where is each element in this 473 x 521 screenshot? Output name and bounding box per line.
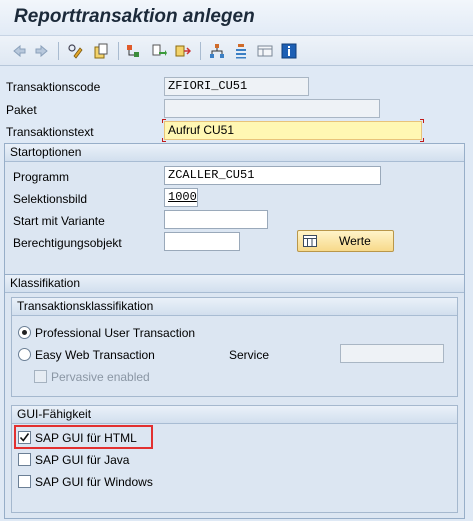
required-mark bbox=[162, 138, 166, 142]
display-change-icon[interactable] bbox=[66, 42, 84, 60]
toolbar-separator bbox=[118, 42, 119, 60]
toolbar-separator bbox=[200, 42, 201, 60]
required-mark bbox=[162, 119, 166, 123]
variant-field[interactable] bbox=[164, 210, 268, 229]
title-bar: Reporttransaktion anlegen bbox=[0, 0, 473, 36]
start-options-header: Startoptionen bbox=[5, 144, 464, 162]
pervasive-label: Pervasive enabled bbox=[51, 370, 150, 384]
forward-arrow-icon[interactable] bbox=[33, 42, 51, 60]
auth-object-label: Berechtigungsobjekt bbox=[13, 236, 122, 250]
copy-object-icon[interactable] bbox=[92, 42, 110, 60]
checkmark-icon bbox=[19, 433, 30, 442]
professional-user-radio[interactable] bbox=[18, 326, 31, 339]
sap-gui-windows-checkbox[interactable] bbox=[18, 475, 31, 488]
transaction-classification-group: Transaktionsklassifikation Professional … bbox=[11, 297, 458, 397]
tcode-field: ZFIORI_CU51 bbox=[164, 77, 309, 96]
required-mark bbox=[420, 119, 424, 123]
application-toolbar bbox=[0, 36, 473, 66]
info-icon[interactable] bbox=[280, 42, 298, 60]
program-label: Programm bbox=[13, 170, 70, 184]
package-label: Paket bbox=[6, 103, 37, 117]
auth-object-field[interactable] bbox=[164, 232, 240, 251]
required-mark bbox=[420, 138, 424, 142]
values-button-label: Werte bbox=[339, 234, 371, 248]
sap-gui-html-checkbox[interactable] bbox=[18, 431, 31, 444]
back-arrow-icon[interactable] bbox=[10, 42, 28, 60]
easy-web-label[interactable]: Easy Web Transaction bbox=[35, 348, 155, 362]
sap-gui-windows-label[interactable]: SAP GUI für Windows bbox=[35, 475, 153, 489]
transaction-text-field[interactable]: Aufruf CU51 bbox=[164, 121, 422, 140]
sap-gui-java-checkbox[interactable] bbox=[18, 453, 31, 466]
classification-header: Klassifikation bbox=[5, 275, 464, 293]
package-field[interactable] bbox=[164, 99, 380, 118]
tcode-label: Transaktionscode bbox=[6, 80, 101, 94]
classification-group: Klassifikation Transaktionsklassifikatio… bbox=[4, 274, 465, 519]
pervasive-checkbox bbox=[34, 370, 47, 383]
transaction-text-label: Transaktionstext bbox=[6, 125, 94, 139]
professional-user-label[interactable]: Professional User Transaction bbox=[35, 326, 195, 340]
radio-selected-dot bbox=[22, 330, 27, 335]
tree-expand-icon[interactable] bbox=[232, 42, 250, 60]
sap-gui-java-label[interactable]: SAP GUI für Java bbox=[35, 453, 129, 467]
transaction-classification-header: Transaktionsklassifikation bbox=[12, 298, 457, 316]
transport-icon[interactable] bbox=[150, 42, 168, 60]
hierarchy-icon[interactable] bbox=[124, 42, 142, 60]
service-field[interactable] bbox=[340, 344, 444, 363]
tree-structure-icon[interactable] bbox=[208, 42, 226, 60]
sap-gui-html-label[interactable]: SAP GUI für HTML bbox=[35, 431, 137, 445]
page-title: Reporttransaktion anlegen bbox=[14, 6, 255, 27]
values-button[interactable]: Werte bbox=[297, 230, 394, 252]
gui-capability-group: GUI-Fähigkeit SAP GUI für HTML SAP GUI f… bbox=[11, 405, 458, 513]
move-icon[interactable] bbox=[174, 42, 192, 60]
toolbar-separator bbox=[58, 42, 59, 60]
table-icon bbox=[303, 235, 317, 247]
program-field[interactable]: ZCALLER_CU51 bbox=[164, 166, 381, 185]
selection-screen-field[interactable]: 1000 bbox=[164, 188, 198, 207]
layout-icon[interactable] bbox=[256, 42, 274, 60]
service-label: Service bbox=[229, 348, 270, 362]
easy-web-radio[interactable] bbox=[18, 348, 31, 361]
selection-screen-label: Selektionsbild bbox=[13, 192, 88, 206]
gui-capability-header: GUI-Fähigkeit bbox=[12, 406, 457, 424]
variant-label: Start mit Variante bbox=[13, 214, 105, 228]
main-content: Transaktionscode ZFIORI_CU51 Paket Trans… bbox=[0, 67, 473, 521]
